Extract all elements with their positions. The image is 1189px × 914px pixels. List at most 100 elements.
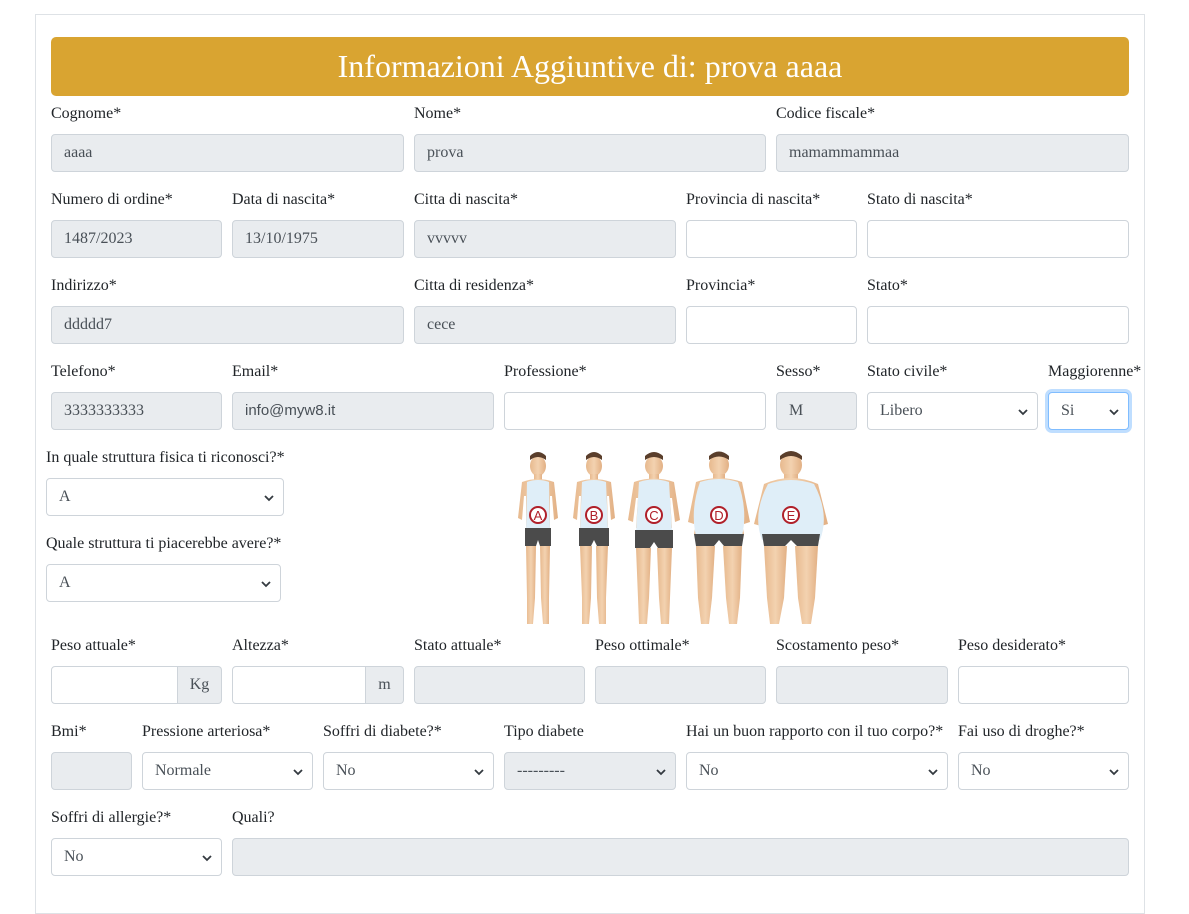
chevron-down-icon bbox=[293, 767, 303, 777]
allergie-select[interactable]: No bbox=[51, 838, 222, 876]
quali-label: Quali? bbox=[232, 809, 275, 826]
quali-field[interactable] bbox=[232, 838, 1129, 876]
stato-attuale-field[interactable] bbox=[414, 666, 585, 704]
pressione-value: Normale bbox=[155, 762, 211, 779]
professione-field[interactable] bbox=[504, 392, 766, 430]
peso-ottimale-field[interactable] bbox=[595, 666, 766, 704]
telefono-field[interactable]: 3333333333 bbox=[51, 392, 222, 430]
numero-ordine-field[interactable]: 1487/2023 bbox=[51, 220, 222, 258]
indirizzo-label: Indirizzo* bbox=[51, 277, 117, 294]
tipo-diabete-label: Tipo diabete bbox=[504, 723, 584, 740]
kg-unit-addon: Kg bbox=[178, 666, 222, 704]
citta-residenza-label: Citta di residenza* bbox=[414, 277, 534, 294]
chevron-down-icon bbox=[261, 579, 271, 589]
body-d-label: D bbox=[714, 508, 723, 523]
bmi-field[interactable] bbox=[51, 752, 132, 790]
diabete-value: No bbox=[336, 762, 356, 779]
data-nascita-label: Data di nascita* bbox=[232, 191, 336, 208]
peso-desiderato-label: Peso desiderato* bbox=[958, 637, 1066, 654]
allergie-value: No bbox=[64, 848, 84, 865]
codice-fiscale-label: Codice fiscale* bbox=[776, 105, 876, 122]
cognome-label: Cognome* bbox=[51, 105, 122, 122]
stato-attuale-label: Stato attuale* bbox=[414, 637, 502, 654]
stato-civile-label: Stato civile* bbox=[867, 363, 948, 380]
sesso-field[interactable]: M bbox=[776, 392, 857, 430]
body-type-b: B bbox=[573, 452, 615, 624]
chevron-down-icon bbox=[1109, 407, 1119, 417]
struttura-desiderata-value: A bbox=[59, 574, 71, 591]
struttura-attuale-label: In quale struttura fisica ti riconosci?* bbox=[46, 449, 285, 466]
body-b-label: B bbox=[590, 508, 599, 523]
citta-nascita-label: Citta di nascita* bbox=[414, 191, 518, 208]
stato-nascita-field[interactable] bbox=[867, 220, 1129, 258]
diabete-label: Soffri di diabete?* bbox=[323, 723, 442, 740]
altezza-field[interactable] bbox=[232, 666, 366, 704]
citta-nascita-field[interactable]: vvvvv bbox=[414, 220, 676, 258]
peso-ottimale-label: Peso ottimale* bbox=[595, 637, 690, 654]
cognome-field[interactable]: aaaa bbox=[51, 134, 404, 172]
body-type-e: E bbox=[754, 451, 828, 624]
chevron-down-icon bbox=[1018, 407, 1028, 417]
tipo-diabete-value: --------- bbox=[517, 762, 565, 779]
provincia-field[interactable] bbox=[686, 306, 857, 344]
nome-label: Nome* bbox=[414, 105, 462, 122]
email-label: Email* bbox=[232, 363, 279, 380]
droghe-value: No bbox=[971, 762, 991, 779]
sesso-label: Sesso* bbox=[776, 363, 821, 380]
pressione-select[interactable]: Normale bbox=[142, 752, 313, 790]
body-types-svg: A B C D E bbox=[518, 451, 828, 624]
droghe-label: Fai uso di droghe?* bbox=[958, 723, 1085, 740]
struttura-attuale-select[interactable]: A bbox=[46, 478, 284, 516]
indirizzo-field[interactable]: ddddd7 bbox=[51, 306, 404, 344]
chevron-down-icon bbox=[928, 767, 938, 777]
diabete-select[interactable]: No bbox=[323, 752, 494, 790]
maggiorenne-label: Maggiorenne* bbox=[1048, 363, 1142, 380]
chevron-down-icon bbox=[202, 853, 212, 863]
rapporto-corpo-label: Hai un buon rapporto con il tuo corpo?* bbox=[686, 723, 944, 740]
body-types-illustration: A B C D E bbox=[508, 448, 838, 633]
scostamento-peso-label: Scostamento peso* bbox=[776, 637, 900, 654]
pressione-label: Pressione arteriosa* bbox=[142, 723, 271, 740]
codice-fiscale-field[interactable]: mamammammaa bbox=[776, 134, 1129, 172]
droghe-select[interactable]: No bbox=[958, 752, 1129, 790]
tipo-diabete-select[interactable]: --------- bbox=[504, 752, 676, 790]
peso-attuale-field[interactable] bbox=[51, 666, 178, 704]
professione-label: Professione* bbox=[504, 363, 587, 380]
body-type-c: C bbox=[628, 452, 680, 624]
peso-desiderato-field[interactable] bbox=[958, 666, 1129, 704]
provincia-nascita-field[interactable] bbox=[686, 220, 857, 258]
m-unit-addon: m bbox=[366, 666, 404, 704]
body-type-d: D bbox=[688, 451, 750, 624]
scostamento-peso-field[interactable] bbox=[776, 666, 948, 704]
rapporto-corpo-select[interactable]: No bbox=[686, 752, 948, 790]
rapporto-corpo-value: No bbox=[699, 762, 719, 779]
stato-civile-select[interactable]: Libero bbox=[867, 392, 1038, 430]
chevron-down-icon bbox=[1109, 767, 1119, 777]
allergie-label: Soffri di allergie?* bbox=[51, 809, 172, 826]
peso-attuale-label: Peso attuale* bbox=[51, 637, 136, 654]
chevron-down-icon bbox=[656, 767, 666, 777]
provincia-label: Provincia* bbox=[686, 277, 756, 294]
data-nascita-field[interactable]: 13/10/1975 bbox=[232, 220, 404, 258]
stato-nascita-label: Stato di nascita* bbox=[867, 191, 973, 208]
bmi-label: Bmi* bbox=[51, 723, 87, 740]
altezza-label: Altezza* bbox=[232, 637, 289, 654]
struttura-desiderata-select[interactable]: A bbox=[46, 564, 281, 602]
body-a-label: A bbox=[534, 508, 543, 523]
page-title: Informazioni Aggiuntive di: prova aaaa bbox=[51, 37, 1129, 96]
body-c-label: C bbox=[649, 508, 658, 523]
body-e-label: E bbox=[787, 508, 796, 523]
stato-label: Stato* bbox=[867, 277, 908, 294]
chevron-down-icon bbox=[264, 493, 274, 503]
stato-civile-value: Libero bbox=[880, 402, 923, 419]
maggiorenne-value: Si bbox=[1061, 402, 1075, 419]
numero-ordine-label: Numero di ordine* bbox=[51, 191, 173, 208]
maggiorenne-select[interactable]: Si bbox=[1048, 392, 1129, 430]
nome-field[interactable]: prova bbox=[414, 134, 766, 172]
citta-residenza-field[interactable]: cece bbox=[414, 306, 676, 344]
chevron-down-icon bbox=[474, 767, 484, 777]
email-field[interactable]: info@myw8.it bbox=[232, 392, 494, 430]
stato-field[interactable] bbox=[867, 306, 1129, 344]
body-type-a: A bbox=[518, 452, 558, 624]
struttura-attuale-value: A bbox=[59, 488, 71, 505]
